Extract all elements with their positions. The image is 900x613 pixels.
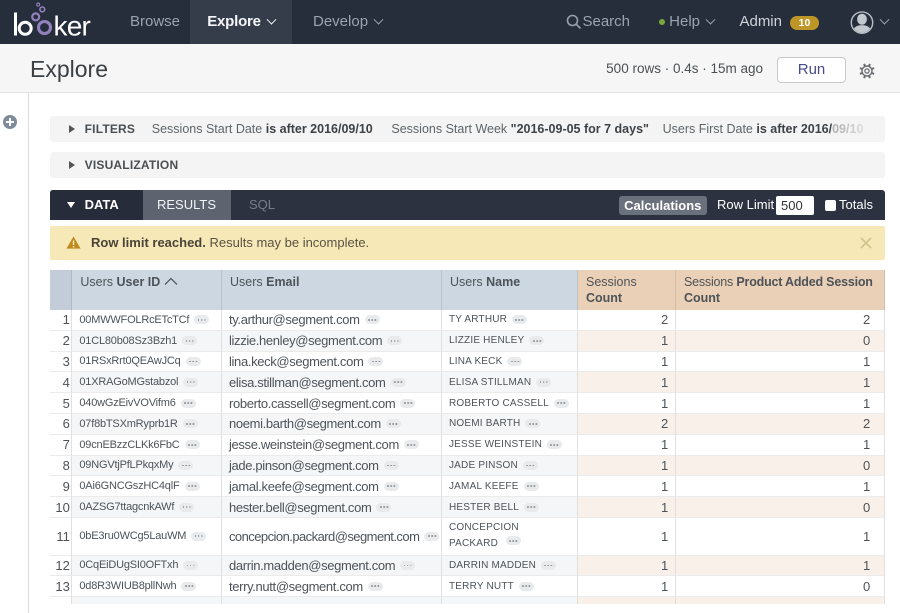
svg-text:ker: ker [54, 11, 91, 42]
